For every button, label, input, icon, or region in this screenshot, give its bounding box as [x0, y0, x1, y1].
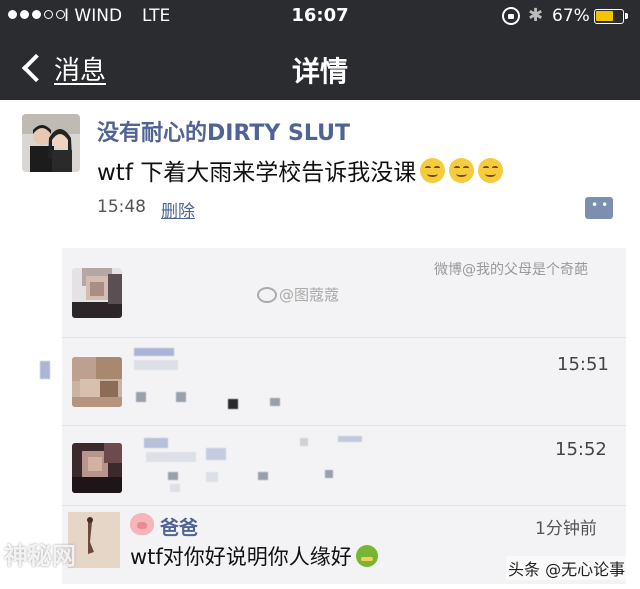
- blurred-name: [146, 452, 196, 462]
- frog-emoji-icon: [355, 545, 378, 567]
- reply-username[interactable]: 爸爸: [160, 513, 198, 540]
- blurred-name: [134, 360, 178, 370]
- post-timestamp: 15:48: [97, 197, 146, 217]
- avatar[interactable]: [72, 443, 122, 493]
- weibo-watermark: 微博@我的父母是个奇葩: [434, 262, 588, 278]
- status-bar: I WIND LTE 16:07 ✱ 67%: [0, 0, 640, 34]
- status-time: 16:07: [291, 5, 349, 26]
- toutiao-watermark: 头条 @无心论事: [506, 556, 628, 580]
- chevron-left-icon: [21, 53, 51, 83]
- comment-icon[interactable]: [585, 197, 613, 219]
- blurred-text: [300, 438, 308, 446]
- blurred-text: [206, 472, 218, 482]
- divider: [62, 337, 626, 338]
- smile-emoji-icon: [449, 157, 475, 183]
- smile-emoji-icon: [420, 157, 446, 183]
- delete-link[interactable]: 删除: [161, 197, 195, 222]
- smile-emoji-icon: [478, 157, 504, 183]
- back-label: 消息: [54, 55, 107, 86]
- blurred-text: [168, 472, 178, 480]
- reply-timestamp: 1分钟前: [535, 519, 597, 539]
- blurred-name: [134, 348, 174, 356]
- divider: [62, 505, 626, 506]
- nav-bar: 消息 详情: [0, 34, 640, 100]
- blurred-text: [270, 398, 280, 406]
- avatar[interactable]: [72, 268, 122, 318]
- pig-emoji-icon: [130, 513, 154, 535]
- blurred-text: [176, 392, 186, 402]
- post-text: wtf 下着大雨来学校告诉我没课: [97, 153, 504, 187]
- reply-text: wtf对你好说明你人缘好: [130, 541, 378, 571]
- comment-timestamp: 15:52: [555, 439, 607, 460]
- battery-icon: [594, 9, 624, 24]
- blurred-text: [40, 361, 50, 379]
- blurred-text: [338, 436, 362, 442]
- blurred-text: [136, 392, 146, 402]
- blurred-text: [258, 472, 268, 480]
- blurred-text: [228, 399, 238, 409]
- rotation-lock-icon: [502, 7, 520, 25]
- weibo-handle-watermark: @图蔻蔻: [257, 284, 339, 305]
- blurred-name: [144, 438, 168, 448]
- post-username[interactable]: 没有耐心的DIRTY SLUT: [97, 115, 350, 147]
- blurred-name: [206, 448, 226, 460]
- site-watermark-logo: 神秘网: [4, 542, 76, 570]
- reply-text-content: wtf对你好说明你人缘好: [130, 545, 352, 569]
- divider: [62, 425, 626, 426]
- battery-percent: 67%: [552, 6, 590, 26]
- bluetooth-icon: ✱: [528, 5, 544, 26]
- blurred-text: [170, 484, 180, 492]
- weibo-logo-icon: [257, 286, 277, 303]
- comment-timestamp: 15:51: [557, 354, 609, 375]
- post-text-content: wtf 下着大雨来学校告诉我没课: [97, 160, 417, 186]
- avatar[interactable]: [72, 357, 122, 407]
- avatar[interactable]: [22, 114, 80, 172]
- back-button[interactable]: 消息: [18, 48, 106, 88]
- blurred-text: [325, 470, 333, 478]
